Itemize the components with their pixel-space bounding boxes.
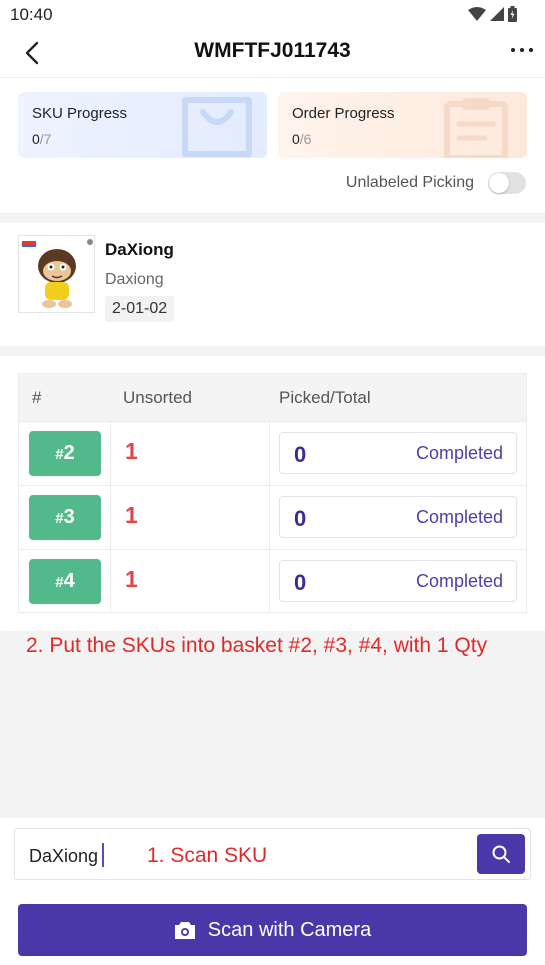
sku-progress-label: SKU Progress [32,105,128,122]
scan-input-value: DaXiong [29,846,99,866]
picked-input[interactable]: 0 Completed [279,432,517,474]
sku-progress-card: SKU Progress 0/7 [18,92,267,158]
search-button[interactable] [477,834,525,874]
section-divider [0,346,545,356]
scan-with-camera-label: Scan with Camera [207,918,372,941]
unsorted-count: 1 [125,438,138,464]
basket-button[interactable]: #2 [29,431,101,476]
order-progress-label: Order Progress [292,105,395,122]
basket-table: # Unsorted Picked/Total #2 1 0 Completed… [18,373,527,613]
page-title: WMFTFJ011743 [194,39,351,62]
unlabeled-picking-row: Unlabeled Picking [346,172,526,194]
clipboard-icon [444,98,508,158]
status-bar: 10:40 [0,0,545,28]
unsorted-count: 1 [125,566,138,592]
order-progress-value: 0/6 [292,131,312,147]
text-caret [102,843,104,867]
picked-input[interactable]: 0 Completed [279,496,517,538]
unlabeled-picking-toggle[interactable] [488,172,526,194]
unsorted-count: 1 [125,502,138,528]
header-picked-total: Picked/Total [279,388,371,407]
instruction-text: 2. Put the SKUs into basket #2, #3, #4, … [26,634,488,657]
completed-button[interactable]: Completed [416,443,503,464]
signal-icon [490,7,504,21]
table-row: #3 1 0 Completed [19,485,526,549]
table-row: #4 1 0 Completed [19,549,526,613]
toggle-knob [489,173,509,193]
basket-button[interactable]: #4 [29,559,101,604]
unlabeled-picking-label: Unlabeled Picking [345,174,474,191]
basket-button[interactable]: #3 [29,495,101,540]
more-icon [511,48,515,52]
battery-icon [508,6,517,22]
picked-count: 0 [294,506,307,531]
header-hash: # [32,388,42,407]
table-row: #2 1 0 Completed [19,421,526,485]
more-button[interactable] [511,48,533,56]
table-header: # Unsorted Picked/Total [19,374,526,422]
product-image[interactable] [18,235,95,313]
product-subtitle: Daxiong [105,271,164,288]
shopping-bag-icon [182,97,252,157]
sku-progress-value: 0/7 [32,131,52,147]
status-time: 10:40 [10,5,53,24]
order-progress-card: Order Progress 0/6 [278,92,527,158]
picked-input[interactable]: 0 Completed [279,560,517,602]
instruction-area: 2. Put the SKUs into basket #2, #3, #4, … [0,631,545,818]
location-badge: 2-01-02 [105,296,175,322]
scan-input[interactable]: DaXiong 1. Scan SKU [14,828,531,880]
header-unsorted: Unsorted [123,388,192,407]
product-name: DaXiong [105,240,174,259]
picked-count: 0 [294,442,307,467]
scan-hint: 1. Scan SKU [147,844,268,867]
search-icon [492,845,510,863]
nav-bar: WMFTFJ011743 [0,28,545,78]
completed-button[interactable]: Completed [416,571,503,592]
scan-with-camera-button[interactable]: Scan with Camera [18,904,527,956]
doll-image [19,236,94,312]
wifi-icon [468,7,486,21]
status-icons [468,6,517,22]
picked-count: 0 [294,570,307,595]
section-divider [0,213,545,223]
camera-icon [174,921,195,939]
completed-button[interactable]: Completed [416,507,503,528]
